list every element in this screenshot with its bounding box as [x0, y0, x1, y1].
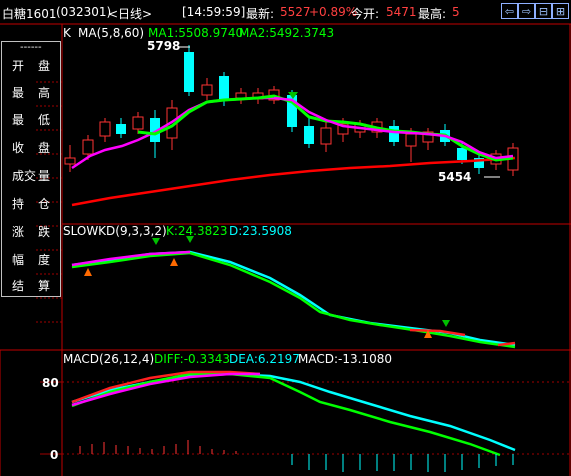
macd-axis-tick-0: 0	[50, 448, 59, 462]
macd-indicator-name[interactable]: MACD(26,12,4)	[63, 352, 154, 366]
macd-value: MACD:-13.1080	[298, 352, 392, 366]
macd-histogram	[79, 440, 514, 472]
info-row-settle[interactable]: 结算	[2, 272, 60, 296]
info-row-volume[interactable]: 成交量	[2, 162, 60, 186]
info-row-label: 开	[12, 59, 25, 73]
sell-arrow-icon	[442, 320, 450, 327]
info-row-label: 最	[12, 113, 25, 127]
period-high-label: 5798	[147, 39, 181, 53]
info-row-label: 成交	[12, 169, 37, 183]
buy-arrow-icon	[84, 268, 92, 276]
candle	[116, 118, 126, 138]
info-row-position[interactable]: 持仓	[2, 190, 60, 214]
candle	[320, 122, 332, 152]
info-row-label: 仓	[37, 197, 50, 211]
info-row-label: 最	[12, 86, 25, 100]
candle	[99, 118, 111, 142]
info-row-label: 跌	[37, 225, 50, 239]
info-row-label: 收	[12, 141, 25, 155]
candle	[422, 128, 434, 150]
ma1-value: MA1:5508.9740	[148, 26, 244, 40]
info-panel: ------ 开盘 最高 最低 收盘 成交量 持仓 涨跌 幅度 结算	[1, 41, 61, 297]
macd-dea-value: DEA:6.2197	[229, 352, 300, 366]
candle	[252, 88, 264, 104]
sell-arrow-icon	[152, 238, 160, 245]
info-row-label: 算	[37, 279, 50, 293]
macd-diff-line	[71, 372, 501, 457]
info-row-label: 量	[37, 169, 50, 183]
info-row-change[interactable]: 涨跌	[2, 218, 60, 242]
kd-d-value: D:23.5908	[229, 224, 292, 238]
macd-diff-value: DIFF:-0.3343	[154, 352, 231, 366]
info-row-label: 涨	[12, 225, 25, 239]
info-row-label: 低	[37, 113, 50, 127]
info-row-close[interactable]: 收盘	[2, 134, 60, 158]
ma-indicator-name[interactable]: MA(5,8,60)	[78, 26, 144, 40]
info-row-label: 度	[37, 253, 50, 267]
chart-canvas[interactable]	[0, 0, 571, 476]
macd-axis-tick-80: 80	[42, 376, 59, 390]
info-row-label: 盘	[37, 141, 50, 155]
info-row-high[interactable]: 最高	[2, 79, 60, 103]
buy-arrow-icon	[170, 258, 178, 266]
candle	[304, 118, 314, 148]
kd-d-line	[71, 250, 516, 347]
info-row-label: 结	[12, 279, 25, 293]
info-row-label: 盘	[37, 59, 50, 73]
candlestick-series[interactable]	[64, 45, 519, 176]
candle	[235, 88, 247, 104]
info-row-range[interactable]: 幅度	[2, 246, 60, 270]
kd-k-value: K:24.3823	[166, 224, 228, 238]
info-row-low[interactable]: 最低	[2, 106, 60, 130]
info-row-label: 幅	[12, 253, 25, 267]
candle	[132, 112, 144, 134]
ma2-value: MA2:5492.3743	[239, 26, 335, 40]
candle	[201, 78, 213, 100]
info-row-label: 持	[12, 197, 25, 211]
info-row-label: 高	[37, 86, 50, 100]
kd-indicator-name[interactable]: SLOWKD(9,3,3,2)	[63, 224, 167, 238]
main-panel-prefix: K	[63, 26, 71, 40]
period-low-label: 5454	[438, 170, 472, 184]
candle	[184, 45, 194, 96]
info-row-open[interactable]: 开盘	[2, 52, 60, 76]
